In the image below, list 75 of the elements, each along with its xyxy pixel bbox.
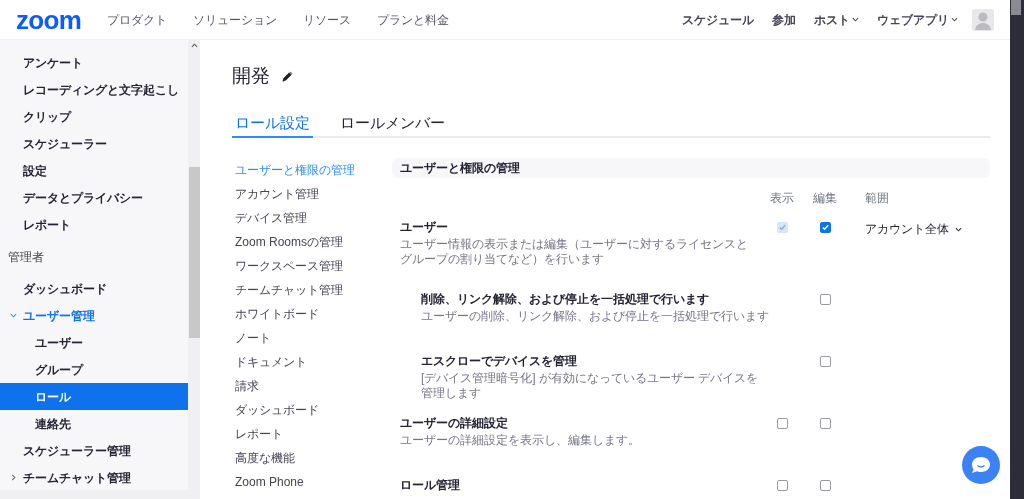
nav-link[interactable]: ウェブアプリ [877, 10, 958, 29]
permission-description: ユーザー情報の表示または編集（ユーザーに対するライセンスとグループの割り当てなど）を行います [400, 237, 749, 267]
sidebar-item[interactable]: レコーディングと文字起こし [0, 76, 188, 103]
sidebar-item[interactable]: アンケート [0, 49, 188, 76]
sidebar-item[interactable]: ユーザー [0, 329, 188, 356]
edit-icon[interactable] [282, 70, 293, 82]
nav-link[interactable]: プロダクト [107, 10, 168, 29]
tab[interactable]: ロール設定 [232, 110, 313, 138]
sidebar-item[interactable]: データとプライバシー [0, 184, 188, 211]
subnav-link[interactable]: チームチャット管理 [235, 281, 343, 299]
scrollbar-thumb[interactable] [189, 167, 200, 338]
sidebar-group[interactable]: チームチャット管理 [0, 464, 188, 491]
column-header: 範囲 [864, 190, 890, 207]
subnav-link[interactable]: ワークスペース管理 [235, 257, 343, 275]
avatar-icon[interactable] [972, 8, 994, 31]
section-header: ユーザーと権限の管理 [392, 158, 990, 178]
checkbox[interactable] [776, 418, 788, 429]
section-label: 管理者 [8, 248, 44, 266]
checkbox[interactable] [819, 294, 831, 305]
permission-title: 削除、リンク解除、および停止を一括処理で行います [421, 291, 710, 307]
permission-title: ロール管理 [400, 477, 461, 493]
checkbox[interactable] [776, 480, 788, 491]
chevron-right-icon [10, 474, 17, 481]
chevron-down-icon [10, 312, 17, 319]
chevron-down-icon [951, 16, 958, 23]
page-title: 開発 [232, 63, 270, 88]
column-header: 表示 [770, 190, 794, 207]
chevron-down-icon [955, 225, 962, 233]
permission-description: [デバイス管理暗号化] が有効になっているユーザー デバイスを管理します [421, 371, 760, 401]
subnav-link[interactable]: ドキュメント [235, 353, 307, 371]
chat-button[interactable] [962, 446, 1000, 484]
sidebar-item[interactable]: スケジューラー管理 [0, 437, 188, 464]
subnav-link[interactable]: Zoom Roomsの管理 [235, 233, 344, 251]
subnav-link[interactable]: レポート [235, 425, 283, 443]
nav-link[interactable]: ソリューション [193, 10, 278, 29]
chevron-down-icon [852, 16, 859, 23]
sidebar-item[interactable]: グループ [0, 356, 188, 383]
subnav-link[interactable]: ノート [235, 329, 271, 347]
subnav-link[interactable]: 高度な機能 [235, 449, 295, 467]
sidebar-item[interactable]: ダッシュボード [0, 275, 188, 302]
permission-title: ユーザー [400, 219, 449, 235]
sidebar-item[interactable]: スケジューラー [0, 130, 188, 157]
scope-dropdown[interactable]: アカウント全体 [865, 220, 962, 238]
subnav-link[interactable]: デバイス管理 [235, 209, 307, 227]
sidebar-item[interactable]: ロール [0, 383, 188, 410]
nav-link[interactable]: リソース [303, 10, 352, 29]
nav-link[interactable]: プランと料金 [377, 10, 450, 29]
nav-link[interactable]: スケジュール [682, 10, 754, 29]
permission-title: エスクローでデバイスを管理 [421, 353, 578, 369]
subnav-link[interactable]: アカウント管理 [235, 185, 319, 203]
checkbox[interactable] [819, 356, 831, 367]
permission-description: ユーザーの削除、リンク解除、および停止を一括処理で行います [421, 309, 770, 324]
subnav-link[interactable]: 請求 [235, 377, 259, 395]
nav-link[interactable]: 参加 [772, 10, 796, 29]
sidebar-group[interactable]: ユーザー管理 [0, 302, 188, 329]
nav-link[interactable]: ホスト [814, 10, 859, 29]
sidebar-item[interactable]: レポート [0, 211, 188, 238]
chat-icon [971, 456, 991, 474]
zoom-logo[interactable]: zoom [16, 6, 82, 33]
tab[interactable]: ロールメンバー [337, 110, 448, 138]
scroll-up-icon[interactable] [191, 43, 198, 48]
sidebar-item[interactable]: 設定 [0, 157, 188, 184]
subnav-link[interactable]: Zoom Phone [235, 473, 304, 491]
permission-title: ユーザーの詳細設定 [400, 415, 509, 431]
scrollbar-thumb[interactable] [1011, 0, 1021, 15]
subnav-link[interactable]: ダッシュボード [235, 401, 319, 419]
sidebar-item[interactable]: 連絡先 [0, 410, 188, 437]
checkbox[interactable] [819, 480, 831, 491]
subnav-link[interactable]: ホワイトボード [235, 305, 319, 323]
column-header: 編集 [812, 190, 838, 207]
checkbox[interactable] [819, 418, 831, 429]
checkbox[interactable] [819, 222, 831, 233]
subnav-link[interactable]: ユーザーと権限の管理 [235, 161, 355, 179]
sidebar-item[interactable]: クリップ [0, 103, 188, 130]
permission-description: ユーザーの詳細設定を表示し、編集します。 [400, 433, 641, 448]
